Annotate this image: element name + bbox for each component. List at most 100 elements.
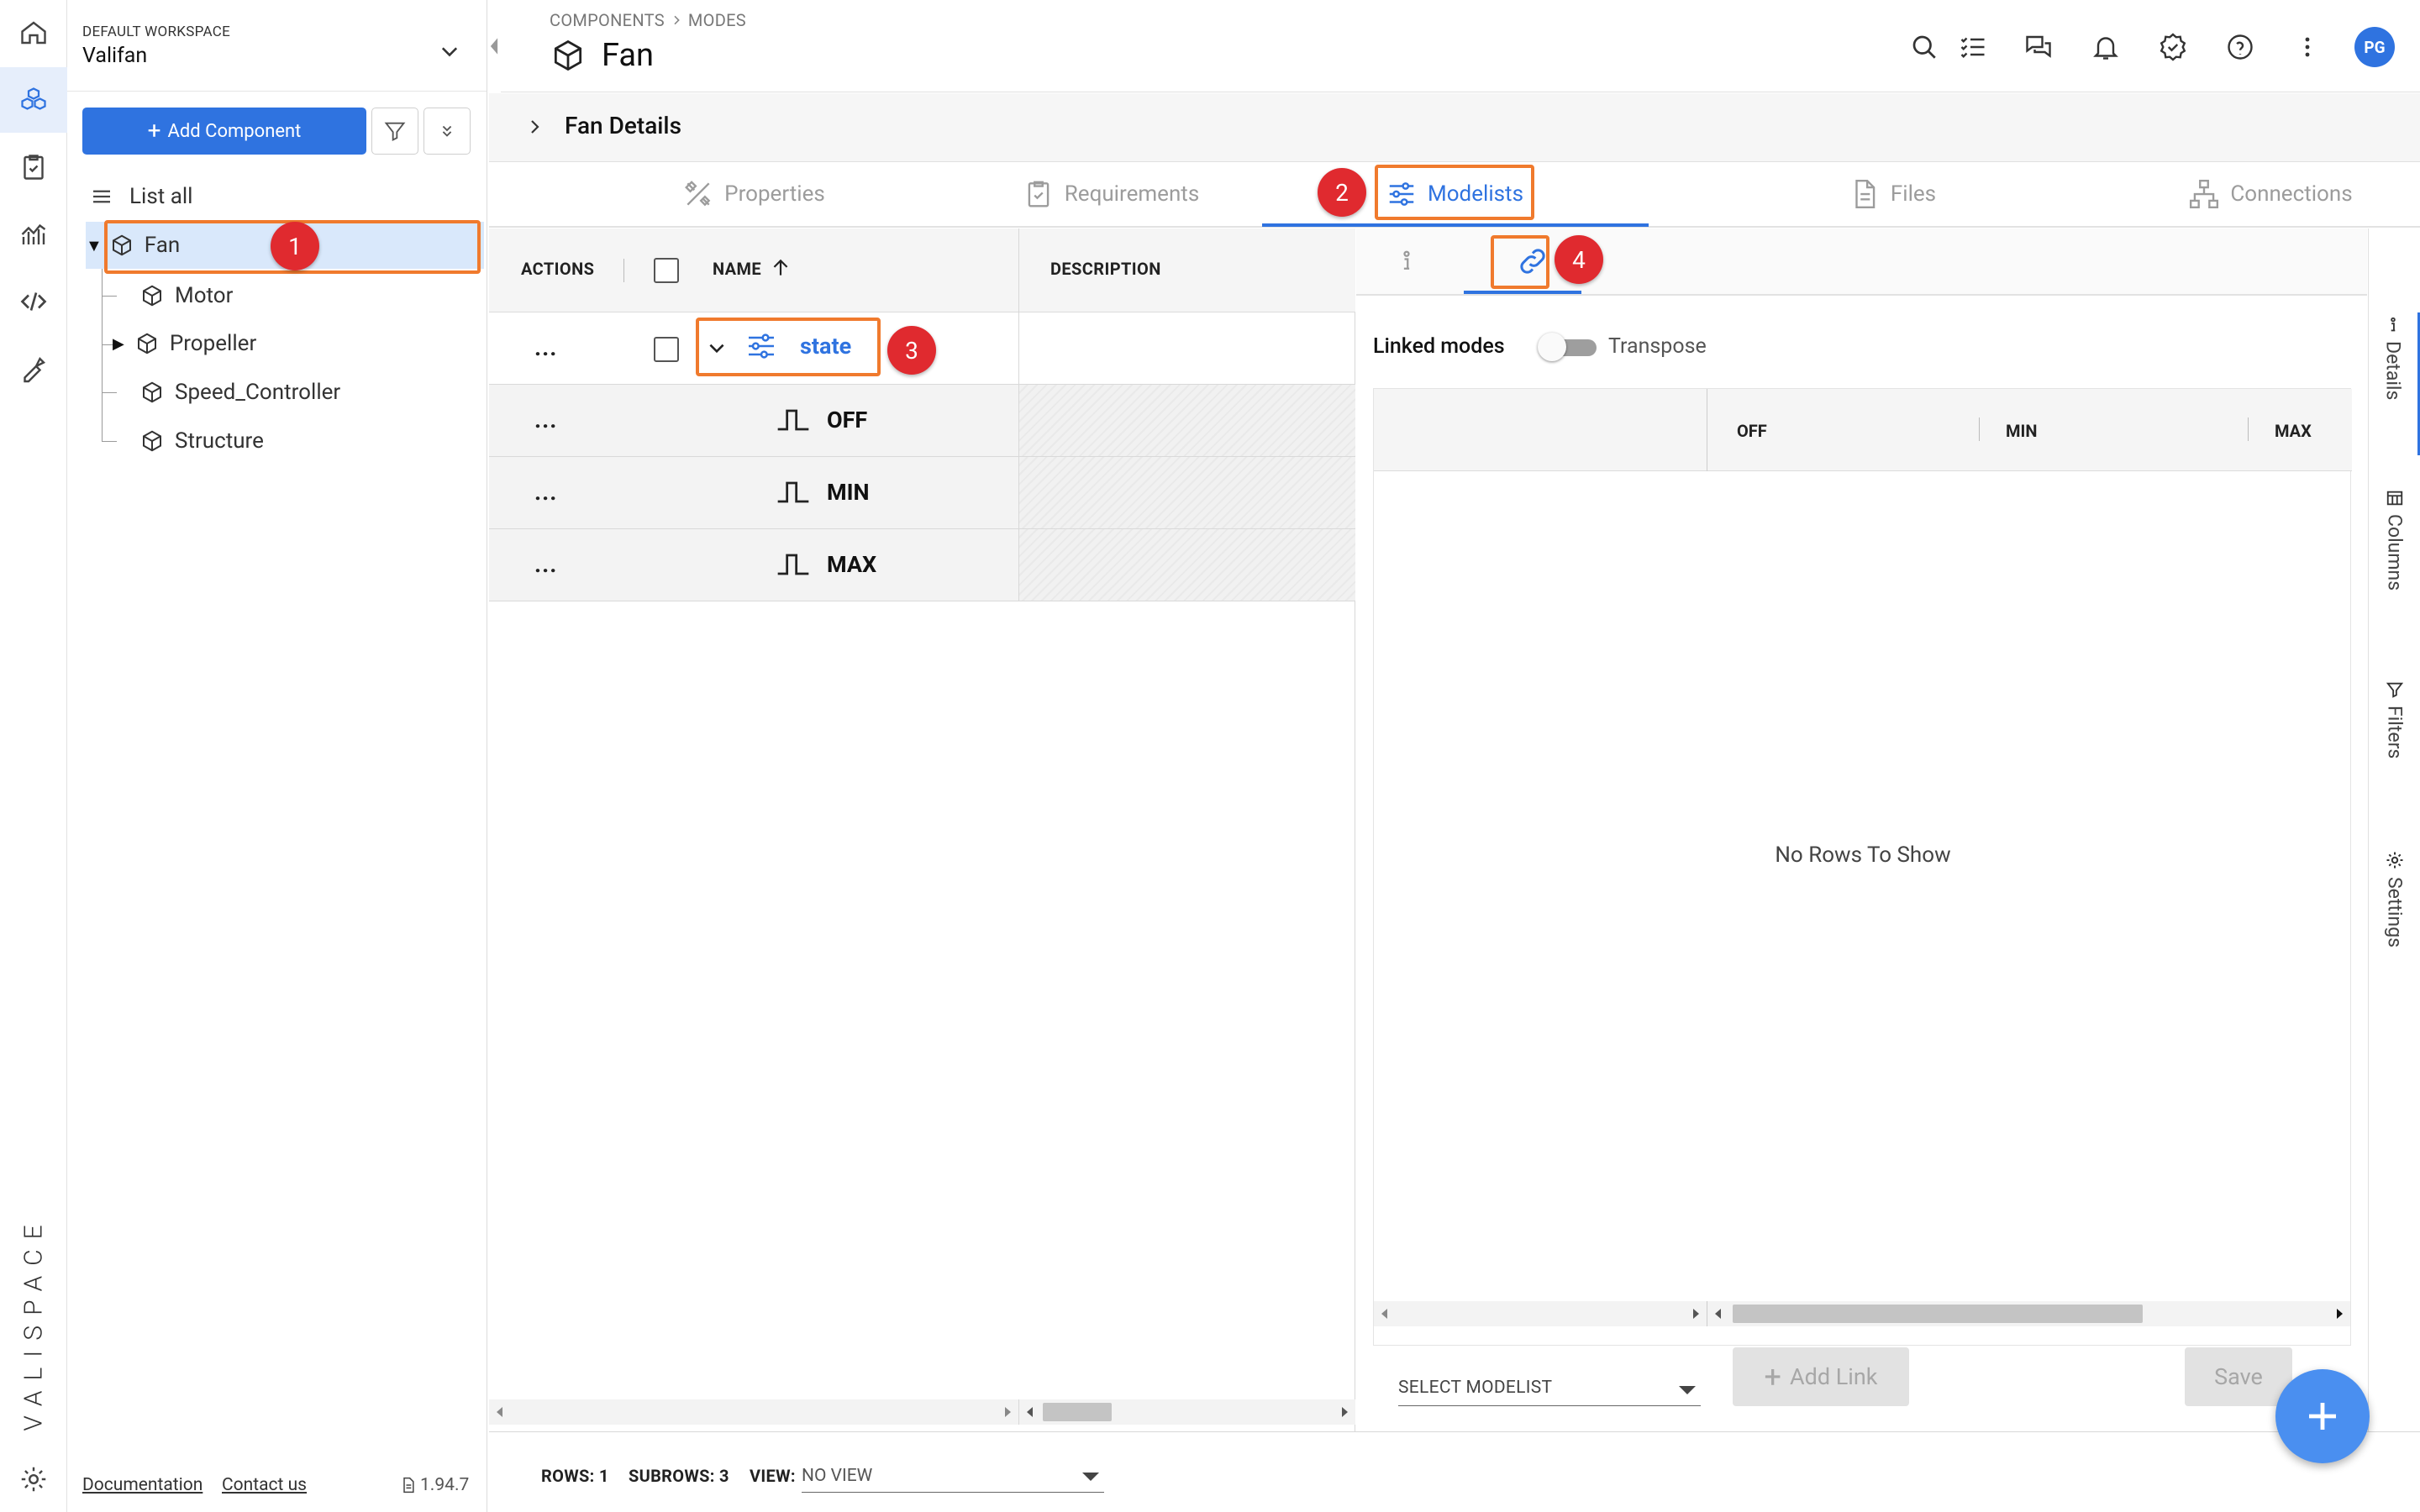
subrows-count: SUBROWS: 3	[629, 1466, 729, 1486]
row-actions-menu[interactable]: ...	[534, 336, 557, 360]
square-wave-icon	[777, 409, 809, 431]
active-tab-indicator	[1262, 223, 1649, 227]
add-link-button[interactable]: + Add Link	[1733, 1347, 1909, 1406]
chevron-right-icon	[674, 15, 680, 25]
table-row[interactable]: ... OFF	[489, 385, 1355, 457]
expanded-arrow-icon[interactable]: ▼	[86, 235, 103, 256]
mode-name-cell[interactable]: MIN	[775, 474, 870, 511]
transpose-label: Transpose	[1608, 334, 1707, 359]
description-cell	[1018, 529, 1355, 601]
side-tab-filters[interactable]: Filters	[2369, 680, 2420, 759]
save-button[interactable]: Save	[2185, 1347, 2292, 1406]
tools-icon[interactable]	[0, 336, 67, 402]
view-select[interactable]: NO VIEW	[802, 1457, 1104, 1493]
linked-modes-grid: OFF MIN MAX No Rows To Show	[1373, 388, 2352, 1346]
sub-tab-info[interactable]	[1356, 228, 1457, 294]
row-checkbox[interactable]	[654, 337, 679, 362]
add-component-button[interactable]: + Add Component	[82, 108, 366, 155]
components-icon[interactable]	[0, 67, 67, 133]
scrollbar-thumb[interactable]	[1733, 1305, 2143, 1323]
description-cell	[1018, 457, 1355, 528]
workspace-name[interactable]: Valifan	[82, 44, 147, 68]
grid-header: ACTIONS NAME DESCRIPTION	[489, 228, 1355, 312]
list-all-item[interactable]: List all	[89, 173, 193, 220]
collapsed-arrow-icon[interactable]: ▶	[113, 335, 124, 353]
tree-item-speed-controller[interactable]: Speed_Controller	[139, 369, 340, 416]
scrollbar-thumb[interactable]	[1043, 1403, 1112, 1421]
breadcrumb-modes[interactable]: MODES	[688, 10, 746, 30]
more-vertical-icon[interactable]	[2291, 30, 2324, 64]
breadcrumb-components[interactable]: COMPONENTS	[550, 10, 665, 30]
code-icon[interactable]	[0, 269, 67, 334]
page-header: COMPONENTS MODES Fan PG	[501, 0, 2420, 92]
linked-modes-label: Linked modes	[1373, 334, 1505, 359]
documentation-link[interactable]: Documentation	[82, 1475, 203, 1495]
tab-connections[interactable]: Connections	[2136, 162, 2405, 226]
search-icon[interactable]	[1907, 30, 1941, 64]
tree-item-motor[interactable]: Motor	[139, 272, 233, 319]
description-cell	[1018, 385, 1355, 456]
dropdown-arrow-icon	[1679, 1386, 1696, 1394]
analytics-icon[interactable]	[0, 202, 67, 267]
help-icon[interactable]	[2223, 30, 2257, 64]
cube-icon	[143, 381, 161, 403]
row-actions-menu[interactable]: ...	[534, 480, 557, 504]
tree-item-structure[interactable]: Structure	[139, 417, 264, 465]
filter-button[interactable]	[371, 108, 418, 155]
chevron-down-icon[interactable]	[438, 40, 461, 64]
row-actions-menu[interactable]: ...	[534, 408, 557, 432]
column-name[interactable]: NAME	[713, 259, 761, 279]
bell-icon[interactable]	[2089, 30, 2123, 64]
double-chevron-down-icon	[442, 125, 452, 137]
step-badge-1: 1	[271, 222, 319, 270]
mode-name-cell[interactable]: OFF	[775, 402, 867, 438]
select-all-checkbox[interactable]	[654, 258, 679, 283]
home-icon[interactable]	[0, 0, 67, 66]
icon-rail: VALISPACE	[0, 0, 67, 1512]
discussion-icon[interactable]	[2022, 30, 2055, 64]
requirements-icon[interactable]	[0, 134, 67, 200]
step-badge-4: 4	[1555, 235, 1603, 284]
tree-item-propeller[interactable]: ▶ Propeller	[113, 320, 256, 367]
tab-properties[interactable]: Properties	[615, 162, 892, 226]
horizontal-scrollbar[interactable]	[1707, 1301, 2350, 1326]
horizontal-scrollbar[interactable]	[1374, 1301, 1707, 1326]
row-actions-menu[interactable]: ...	[534, 553, 557, 576]
chevron-right-icon[interactable]	[524, 117, 544, 137]
contact-link[interactable]: Contact us	[222, 1475, 307, 1495]
user-avatar[interactable]: PG	[2354, 27, 2395, 67]
select-modelist-dropdown[interactable]: SELECT MODELIST	[1398, 1362, 1701, 1406]
floating-add-button[interactable]	[2275, 1369, 2370, 1463]
collapse-sidebar-handle[interactable]	[487, 0, 501, 92]
tab-requirements[interactable]: Requirements	[960, 162, 1262, 226]
plus-icon: +	[147, 117, 161, 144]
settings-icon[interactable]	[0, 1446, 67, 1512]
table-row[interactable]: ... MIN	[489, 457, 1355, 529]
side-tab-details[interactable]: Details	[2369, 312, 2420, 455]
task-list-icon[interactable]	[1956, 30, 1990, 64]
info-icon	[2391, 317, 2396, 332]
view-label: VIEW:	[750, 1466, 796, 1486]
description-cell[interactable]	[1018, 312, 1355, 384]
filter-icon	[384, 122, 406, 142]
side-tab-settings[interactable]: Settings	[2369, 850, 2420, 948]
linked-modes-panel: Linked modes Transpose OFF MIN MAX No Ro…	[1356, 228, 2367, 1431]
cube-icon	[143, 285, 161, 307]
horizontal-scrollbar[interactable]	[1018, 1399, 1355, 1425]
side-tab-columns[interactable]: Columns	[2369, 489, 2420, 591]
status-bar: ROWS: 1 SUBROWS: 3 VIEW: NO VIEW	[489, 1431, 2420, 1512]
transpose-toggle[interactable]	[1538, 333, 1597, 361]
details-bar[interactable]: Fan Details	[489, 93, 2420, 162]
cube-icon	[137, 333, 156, 354]
column-max: MAX	[2275, 421, 2312, 441]
collapse-arrow-icon	[490, 38, 498, 55]
mode-name-cell[interactable]: MAX	[775, 546, 876, 583]
table-row[interactable]: ... MAX	[489, 529, 1355, 601]
sort-ascending-icon[interactable]	[770, 257, 792, 279]
tab-files[interactable]: Files	[1791, 162, 1993, 226]
horizontal-scrollbar[interactable]	[489, 1399, 1018, 1425]
expand-all-button[interactable]	[424, 108, 471, 155]
verified-icon[interactable]	[2156, 30, 2190, 64]
step-badge-2: 2	[1318, 168, 1366, 217]
highlight-state-row	[696, 318, 881, 376]
